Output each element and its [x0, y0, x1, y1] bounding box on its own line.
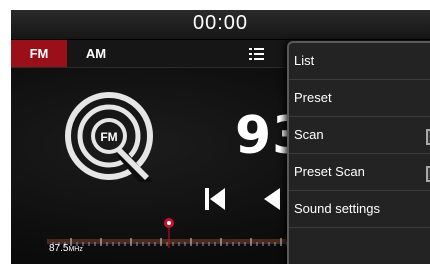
menu-item-sound-settings[interactable]: Sound settings	[289, 191, 430, 228]
preset-scan-checkbox[interactable]	[426, 166, 430, 182]
skip-previous-icon	[205, 188, 225, 210]
menu-item-preset[interactable]: Preset	[289, 80, 430, 117]
list-menu-button[interactable]	[243, 43, 269, 64]
clock: 00:00	[192, 12, 249, 34]
menu-item-label: Scan	[294, 127, 324, 142]
menu-item-label: Preset	[294, 90, 332, 105]
menu-item-label: Preset Scan	[294, 164, 365, 179]
tuner-frequency-label: 87.5MHz	[49, 243, 83, 254]
list-icon	[249, 48, 264, 60]
menu-item-label: Sound settings	[294, 201, 381, 216]
tuner-frequency-unit: MHz	[68, 246, 83, 253]
fm-radio-logo: FM	[65, 92, 157, 189]
tune-left-icon	[264, 188, 280, 210]
tuner-frequency-value: 87.5	[49, 243, 69, 254]
tab-fm[interactable]: FM	[11, 40, 67, 67]
menu-item-label: List	[294, 53, 315, 68]
tuner-scale	[47, 218, 307, 248]
radio-screen: 00:00 FM AM FM 93 87.5MHz List Preset Sc…	[11, 10, 430, 264]
status-bar: 00:00	[11, 10, 430, 40]
fm-logo-text: FM	[100, 130, 117, 144]
menu-item-preset-scan[interactable]: Preset Scan	[289, 154, 430, 191]
scan-checkbox[interactable]	[426, 129, 430, 145]
radio-signal-icon: FM	[65, 92, 153, 182]
menu-item-scan[interactable]: Scan	[289, 117, 430, 154]
tune-down-button[interactable]	[260, 185, 282, 218]
frequency-tuner[interactable]	[47, 216, 307, 250]
menu-item-list[interactable]: List	[289, 43, 430, 80]
options-menu: List Preset Scan Preset Scan Sound setti…	[287, 41, 430, 264]
tab-am[interactable]: AM	[73, 40, 119, 67]
seek-previous-button[interactable]	[203, 185, 229, 218]
